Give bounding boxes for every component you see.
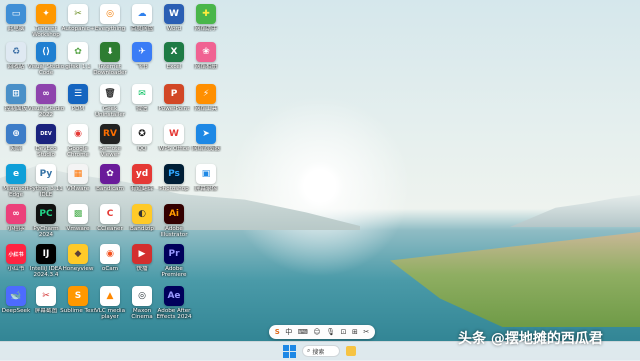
ime-keyboard-icon[interactable]: ⌨	[298, 328, 308, 336]
desktop-shortcut[interactable]: Pr Adobe Premiere	[154, 242, 194, 280]
downloader-icon: ⬇	[100, 42, 120, 62]
desktop-shortcut-label: 屏幕录像	[194, 186, 218, 192]
pycharm-icon: PC	[36, 204, 56, 224]
premiere-icon: Pr	[164, 244, 184, 264]
feishu-icon: ✈	[132, 42, 152, 62]
computer-icon: ▭	[6, 4, 26, 24]
ccleaner-icon: C	[100, 204, 120, 224]
geek-uninstaller-icon: 🗑	[100, 84, 120, 104]
photo-album-icon: ❀	[196, 42, 216, 62]
remote-viewer-icon: RV	[100, 124, 120, 144]
illustrator-icon: Ai	[164, 204, 184, 224]
explorer-icon[interactable]	[346, 346, 356, 356]
desktop-shortcut-label: 网络助手	[194, 26, 218, 32]
wechat-icon: ✉	[132, 84, 152, 104]
pdm-icon: ☰	[68, 84, 88, 104]
wallpaper-mountain-right	[510, 195, 640, 227]
cinema-icon: ◎	[132, 286, 152, 306]
desktop-shortcut[interactable]: ✚ 网络助手	[186, 2, 226, 40]
baidu-netdisk-icon: ☁	[132, 4, 152, 24]
ime-toolbar[interactable]: S 中 ⌨ ☺ 🎙 ⊡ ⊞ ✂	[269, 325, 375, 339]
powerpoint-icon: P	[164, 84, 184, 104]
ocam-icon: ◉	[100, 244, 120, 264]
desktop-shortcut[interactable]: ▣ 屏幕录像	[186, 162, 226, 200]
bandicam-icon: ✿	[100, 164, 120, 184]
screenshot-icon: ✂	[36, 286, 56, 306]
desktop-shortcut[interactable]: Ai Adobe Illustrator	[154, 202, 194, 240]
watermark: 头条 @摆地摊的西瓜君	[458, 331, 603, 347]
network-icon: ⊕	[6, 124, 26, 144]
network-tool-icon: ⚡	[196, 84, 216, 104]
intellij-icon: IJ	[36, 244, 56, 264]
desktop-shortcut-label: 网络浏览器	[192, 146, 220, 152]
excel-icon: X	[164, 42, 184, 62]
ime-scissors-icon[interactable]: ✂	[363, 328, 369, 336]
vmware-grid-icon: ▩	[68, 204, 88, 224]
wallpaper-shore	[390, 232, 640, 327]
ime-toolbox-icon[interactable]: ⊡	[341, 328, 347, 336]
browser-icon: ➤	[196, 124, 216, 144]
windows-start-icon[interactable]	[283, 345, 296, 358]
player-icon: ▶	[132, 244, 152, 264]
word-icon: W	[164, 4, 184, 24]
qq-icon: ✪	[132, 124, 152, 144]
vlc-icon: ▲	[100, 286, 120, 306]
youdao-icon: yd	[132, 164, 152, 184]
desktop-shortcut-label: Adobe Premiere	[161, 266, 187, 279]
sogou-logo-icon[interactable]: S	[275, 328, 280, 336]
desktop-shortcut-label: Adobe Illustrator	[160, 226, 188, 239]
ime-grid-icon[interactable]: ⊞	[352, 328, 358, 336]
after-effects-icon: Ae	[164, 286, 184, 306]
vscode-icon: ⟨⟩	[36, 42, 56, 62]
desktop-shortcut[interactable]: Ae Adobe After Effects 2024	[154, 284, 194, 322]
desktop-shortcut[interactable]: ➤ 网络浏览器	[186, 122, 226, 160]
vmware-icon: ▦	[68, 164, 88, 184]
xiaohongshu-icon: 小红书	[6, 244, 26, 264]
gifski-icon: ✿	[68, 42, 88, 62]
ime-emoji-icon[interactable]: ☺	[313, 328, 320, 336]
ime-mode-toggle[interactable]: 中	[285, 327, 292, 337]
desktop-shortcut[interactable]: ❀ 网络相册	[186, 40, 226, 78]
miniprogram-icon: ∞	[6, 204, 26, 224]
honeyview-icon: ◆	[68, 244, 88, 264]
desktop-shortcut-label: 网络相册	[194, 64, 218, 70]
ime-voice-icon[interactable]: 🎙	[326, 328, 335, 336]
autopanic-icon: ✂	[68, 4, 88, 24]
desktop-icon-grid: ▭ 此电脑 ✦ Tencent Workshop ✂ Autopanic+ ◎ Everyth…	[0, 0, 230, 340]
visual-studio-icon: ∞	[36, 84, 56, 104]
desktop-shortcut-label: Adobe After Effects 2024	[156, 308, 192, 321]
deepseek-icon: 🐋	[6, 286, 26, 306]
recycle-bin-icon: ♻	[6, 42, 26, 62]
sublime-icon: S	[68, 286, 88, 306]
control-panel-icon: ⊞	[6, 84, 26, 104]
deveco-icon: DEV	[36, 124, 56, 144]
python-icon: Py	[36, 164, 56, 184]
edge-icon: e	[6, 164, 26, 184]
wps-icon: W	[164, 124, 184, 144]
screen-recorder-icon: ▣	[196, 164, 216, 184]
taskbar-search-box[interactable]: ⌕ 搜索	[302, 345, 340, 357]
bandizip-icon: ◐	[132, 204, 152, 224]
photoshop-icon: Ps	[164, 164, 184, 184]
chrome-icon: ◉	[68, 124, 88, 144]
desktop-shortcut[interactable]: ⚡ 网络工具	[186, 82, 226, 120]
desktop-shortcut-label: 网络工具	[194, 106, 218, 112]
tencent-icon: ✦	[36, 4, 56, 24]
search-label: 搜索	[312, 348, 325, 356]
everything-icon: ◎	[100, 4, 120, 24]
search-icon: ⌕	[307, 347, 311, 354]
network-assistant-icon: ✚	[196, 4, 216, 24]
